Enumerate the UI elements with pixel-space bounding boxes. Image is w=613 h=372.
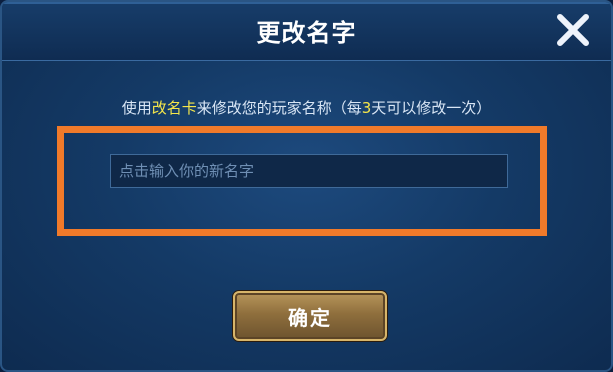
rename-hint: 使用改名卡来修改您的玩家名称（每3天可以修改一次） — [2, 97, 611, 118]
close-icon[interactable] — [553, 10, 593, 50]
rename-dialog: 更改名字 使用改名卡来修改您的玩家名称（每3天可以修改一次） 确定 — [0, 0, 613, 372]
dialog-header: 更改名字 — [2, 2, 611, 61]
hint-suffix: 天可以修改一次） — [371, 99, 492, 117]
dialog-title: 更改名字 — [256, 19, 357, 47]
hint-middle: 来修改您的玩家名称（每 — [196, 99, 362, 117]
hint-prefix: 使用 — [121, 99, 152, 117]
rename-card-label: 改名卡 — [151, 99, 197, 117]
confirm-button[interactable]: 确定 — [233, 291, 387, 341]
new-name-input[interactable] — [110, 154, 508, 188]
days-count: 3 — [361, 99, 372, 117]
